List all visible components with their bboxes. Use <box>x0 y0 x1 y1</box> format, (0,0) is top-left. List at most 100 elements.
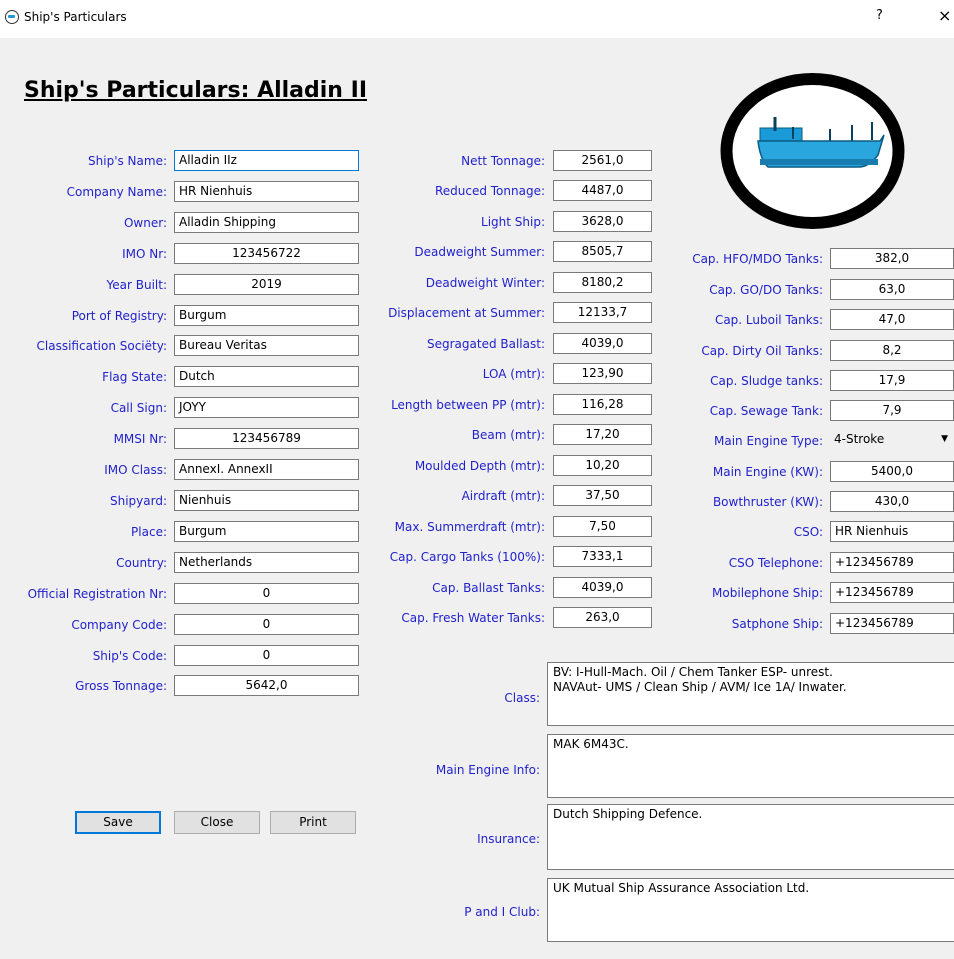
length-pp-field[interactable]: 116,28 <box>553 394 652 415</box>
main-engine-kw-label: Main Engine (KW): <box>712 465 823 479</box>
call-sign-field[interactable]: JOYY <box>174 397 359 418</box>
cap-sewage-field[interactable]: 7,9 <box>830 400 954 421</box>
cap-fresh-water-label: Cap. Fresh Water Tanks: <box>401 611 545 625</box>
main-engine-kw-field[interactable]: 5400,0 <box>830 461 954 482</box>
mobilephone-ship-label: Mobilephone Ship: <box>712 586 823 600</box>
cap-cargo-tanks-field[interactable]: 7333,1 <box>553 546 652 567</box>
max-summerdraft-label: Max. Summerdraft (mtr): <box>394 520 545 534</box>
cap-hfo-mdo-field[interactable]: 382,0 <box>830 248 954 269</box>
cap-sewage-label: Cap. Sewage Tank: <box>709 404 823 418</box>
class-memo[interactable]: BV: I-Hull-Mach. Oil / Chem Tanker ESP- … <box>547 662 954 726</box>
ships-code-field[interactable]: 0 <box>174 645 359 666</box>
classification-society-field[interactable]: Bureau Veritas <box>174 335 359 356</box>
cap-hfo-mdo-label: Cap. HFO/MDO Tanks: <box>692 252 823 266</box>
cap-dirty-oil-field[interactable]: 8,2 <box>830 340 954 361</box>
ship-app-icon <box>5 10 19 24</box>
company-code-label: Company Code: <box>71 618 167 632</box>
flag-state-label: Flag State: <box>102 370 167 384</box>
gross-tonnage-label: Gross Tonnage: <box>75 679 167 693</box>
airdraft-field[interactable]: 37,50 <box>553 485 652 506</box>
cap-go-do-field[interactable]: 63,0 <box>830 279 954 300</box>
main-engine-info-memo[interactable]: MAK 6M43C. <box>547 734 954 798</box>
deadweight-winter-label: Deadweight Winter: <box>425 276 545 290</box>
insurance-memo[interactable]: Dutch Shipping Defence. <box>547 804 954 870</box>
cap-sludge-field[interactable]: 17,9 <box>830 370 954 391</box>
nett-tonnage-field[interactable]: 2561,0 <box>553 150 652 171</box>
ships-name-label: Ship's Name: <box>88 154 167 168</box>
displacement-summer-field[interactable]: 12133,7 <box>553 302 652 323</box>
close-window-button[interactable]: × <box>938 6 951 25</box>
print-button[interactable]: Print <box>270 811 356 834</box>
shipyard-label: Shipyard: <box>109 494 167 508</box>
deadweight-summer-field[interactable]: 8505,7 <box>553 241 652 262</box>
length-pp-label: Length between PP (mtr): <box>391 398 545 412</box>
chevron-down-icon[interactable]: ▼ <box>941 430 948 449</box>
nett-tonnage-label: Nett Tonnage: <box>461 154 545 168</box>
reduced-tonnage-field[interactable]: 4487,0 <box>553 180 652 201</box>
p-and-i-club-memo[interactable]: UK Mutual Ship Assurance Association Ltd… <box>547 878 954 942</box>
segregated-ballast-label: Segragated Ballast: <box>426 337 545 351</box>
company-name-field[interactable]: HR Nienhuis <box>174 181 359 202</box>
help-button[interactable]: ? <box>876 8 883 23</box>
cso-telephone-label: CSO Telephone: <box>728 556 823 570</box>
moulded-depth-field[interactable]: 10,20 <box>553 455 652 476</box>
flag-state-field[interactable]: Dutch <box>174 366 359 387</box>
official-registration-nr-label: Official Registration Nr: <box>27 587 167 601</box>
cap-sludge-label: Cap. Sludge tanks: <box>710 374 823 388</box>
place-label: Place: <box>131 525 167 539</box>
bowthruster-kw-field[interactable]: 430,0 <box>830 491 954 512</box>
class-label: Class: <box>504 691 540 705</box>
year-built-field[interactable]: 2019 <box>174 274 359 295</box>
cso-field[interactable]: HR Nienhuis <box>830 521 954 542</box>
cap-fresh-water-field[interactable]: 263,0 <box>553 607 652 628</box>
beam-label: Beam (mtr): <box>471 428 545 442</box>
beam-field[interactable]: 17,20 <box>553 424 652 445</box>
call-sign-label: Call Sign: <box>110 401 167 415</box>
imo-class-label: IMO Class: <box>104 463 167 477</box>
country-field[interactable]: Netherlands <box>174 552 359 573</box>
page-title: Ship's Particulars: Alladin II <box>24 78 367 103</box>
save-button[interactable]: Save <box>75 811 161 834</box>
insurance-label: Insurance: <box>477 832 540 846</box>
max-summerdraft-field[interactable]: 7,50 <box>553 516 652 537</box>
loa-field[interactable]: 123,90 <box>553 363 652 384</box>
cap-ballast-tanks-field[interactable]: 4039,0 <box>553 577 652 598</box>
satphone-ship-label: Satphone Ship: <box>731 617 823 631</box>
cap-luboil-label: Cap. Luboil Tanks: <box>714 313 823 327</box>
gross-tonnage-field[interactable]: 5642,0 <box>174 675 359 696</box>
main-engine-type-select[interactable]: 4-Stroke ▼ <box>830 430 954 451</box>
mobilephone-ship-field[interactable]: +123456789 <box>830 582 954 603</box>
displacement-summer-label: Displacement at Summer: <box>388 306 545 320</box>
classification-society-label: Classification Sociëty: <box>36 339 167 353</box>
light-ship-label: Light Ship: <box>481 215 545 229</box>
segregated-ballast-field[interactable]: 4039,0 <box>553 333 652 354</box>
mmsi-nr-field[interactable]: 123456789 <box>174 428 359 449</box>
cap-go-do-label: Cap. GO/DO Tanks: <box>709 283 823 297</box>
ships-code-label: Ship's Code: <box>92 649 167 663</box>
owner-label: Owner: <box>123 216 167 230</box>
shipyard-field[interactable]: Nienhuis <box>174 490 359 511</box>
company-code-field[interactable]: 0 <box>174 614 359 635</box>
owner-field[interactable]: Alladin Shipping <box>174 212 359 233</box>
deadweight-winter-field[interactable]: 8180,2 <box>553 272 652 293</box>
cso-label: CSO: <box>793 525 823 539</box>
year-built-label: Year Built: <box>106 278 167 292</box>
close-button[interactable]: Close <box>174 811 260 834</box>
airdraft-label: Airdraft (mtr): <box>461 489 545 503</box>
mmsi-nr-label: MMSI Nr: <box>113 432 167 446</box>
country-label: Country: <box>116 556 167 570</box>
main-engine-type-label: Main Engine Type: <box>713 434 823 448</box>
official-registration-nr-field[interactable]: 0 <box>174 583 359 604</box>
imo-nr-field[interactable]: 123456722 <box>174 243 359 264</box>
satphone-ship-field[interactable]: +123456789 <box>830 613 954 634</box>
port-of-registry-field[interactable]: Burgum <box>174 305 359 326</box>
reduced-tonnage-label: Reduced Tonnage: <box>434 184 545 198</box>
light-ship-field[interactable]: 3628,0 <box>553 211 652 232</box>
ships-name-field[interactable]: Alladin IIz <box>174 150 359 171</box>
main-engine-info-label: Main Engine Info: <box>435 763 540 777</box>
imo-class-field[interactable]: AnnexI. AnnexII <box>174 459 359 480</box>
place-field[interactable]: Burgum <box>174 521 359 542</box>
cso-telephone-field[interactable]: +123456789 <box>830 552 954 573</box>
cap-dirty-oil-label: Cap. Dirty Oil Tanks: <box>701 344 823 358</box>
cap-luboil-field[interactable]: 47,0 <box>830 309 954 330</box>
